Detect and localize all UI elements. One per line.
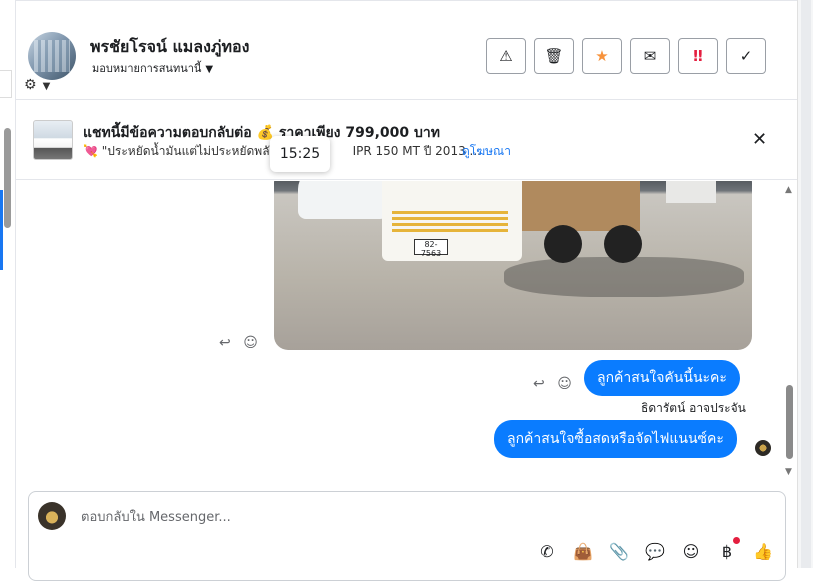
spam-button[interactable]: ⚠ — [486, 38, 526, 74]
scroll-up-icon[interactable]: ▲ — [785, 185, 792, 195]
photo-wheel — [604, 225, 642, 263]
close-icon[interactable]: ✕ — [752, 129, 767, 150]
ad-subtitle-text: 💘 "ประหยัดน้ำมันแต่ไม่ประหยัดพลัง" — [83, 144, 281, 158]
attach-icon[interactable]: 📎 — [607, 540, 631, 562]
trash-icon: 🗑 — [544, 47, 564, 65]
text-message-actions: ↩ ☺ — [533, 376, 572, 392]
outgoing-message[interactable]: ลูกค้าสนใจซื้อสดหรือจัดไฟแนนซ์คะ — [494, 420, 737, 458]
reply-icon[interactable]: ↩ — [219, 335, 231, 351]
filter-settings-icon[interactable]: ⚙ ▼ — [24, 77, 56, 93]
done-button[interactable]: ✓ — [726, 38, 766, 74]
photo-license-plate: 82-7563 — [414, 239, 448, 258]
image-message[interactable]: 82-7563 — [274, 181, 752, 350]
photo-truck-grill — [392, 211, 508, 233]
react-emoji-icon[interactable]: ☺ — [243, 335, 258, 351]
assign-conversation-dropdown[interactable]: มอบหมายการสนทนานี้ ▼ — [92, 59, 213, 77]
star-icon: ★ — [595, 47, 609, 65]
ad-banner: แชทนี้มีข้อความตอบกลับต่อ 💰 ราคาเพียง 79… — [16, 100, 797, 180]
ad-title: แชทนี้มีข้อความตอบกลับต่อ 💰 ราคาเพียง 79… — [83, 125, 441, 141]
star-button[interactable]: ★ — [582, 38, 622, 74]
mark-unread-button[interactable]: ✉ — [630, 38, 670, 74]
delete-button[interactable]: 🗑 — [534, 38, 574, 74]
conversation-header: ⚙ ▼ พรชัยโรจน์ แมลงภู่ทอง มอบหมายการสนทนา… — [16, 0, 797, 100]
photo-wheel — [544, 225, 582, 263]
left-selected-indicator — [0, 190, 3, 270]
image-message-actions: ↩ ☺ — [219, 335, 258, 351]
chevron-down-icon: ▼ — [205, 64, 214, 75]
check-icon: ✓ — [739, 47, 753, 65]
contact-avatar[interactable] — [28, 32, 76, 80]
conversation-panel: ⚙ ▼ พรชัยโรจน์ แมลงภู่ทอง มอบหมายการสนทนา… — [16, 0, 797, 581]
chat-bubble-icon[interactable]: 💬 — [643, 540, 667, 562]
thumbs-up-icon[interactable]: 👍 — [751, 540, 775, 562]
contact-name[interactable]: พรชัยโรจน์ แมลงภู่ทอง — [90, 35, 249, 60]
react-emoji-icon[interactable]: ☺ — [557, 376, 572, 392]
bag-icon[interactable]: 👜 — [571, 540, 595, 562]
page-avatar — [38, 502, 66, 530]
left-scrollbar-thumb[interactable] — [4, 128, 11, 228]
photo-truck-background — [666, 181, 716, 203]
timestamp-tooltip: 15:25 — [270, 136, 330, 172]
thread-scrollbar[interactable]: ▲ ▼ — [784, 185, 794, 477]
left-panel-fragment — [0, 70, 12, 98]
scroll-down-icon[interactable]: ▼ — [785, 467, 792, 477]
view-ad-link[interactable]: ดูโฆษณา — [462, 142, 511, 161]
photo-truck-bed — [520, 181, 640, 231]
reply-input[interactable] — [79, 507, 499, 527]
important-icon: ‼ — [693, 47, 703, 65]
sender-name: ธิดารัตน์ อาจประจัน — [641, 401, 746, 415]
photo-car — [298, 181, 388, 219]
read-receipt-avatar — [755, 440, 771, 456]
right-edge — [797, 0, 813, 568]
warning-icon: ⚠ — [499, 47, 513, 65]
outgoing-message[interactable]: ลูกค้าสนใจคันนี้นะคะ — [584, 360, 740, 396]
ad-thumbnail[interactable] — [33, 120, 73, 160]
reply-icon[interactable]: ↩ — [533, 376, 545, 392]
right-edge-bar — [801, 0, 811, 568]
mail-icon: ✉ — [643, 47, 657, 65]
left-rail — [0, 0, 16, 568]
emoji-icon[interactable]: ☺ — [679, 540, 703, 562]
call-add-icon[interactable]: ✆ — [535, 540, 559, 562]
assign-label: มอบหมายการสนทนานี้ — [92, 62, 202, 75]
important-button[interactable]: ‼ — [678, 38, 718, 74]
message-thread[interactable]: 82-7563 ↩ ☺ ↩ ☺ ลูกค้าสนใจคันนี้นะคะ ธิด… — [16, 181, 797, 481]
photo-shadow — [504, 257, 744, 297]
notification-dot — [733, 537, 740, 544]
scrollbar-thumb[interactable] — [786, 385, 793, 459]
